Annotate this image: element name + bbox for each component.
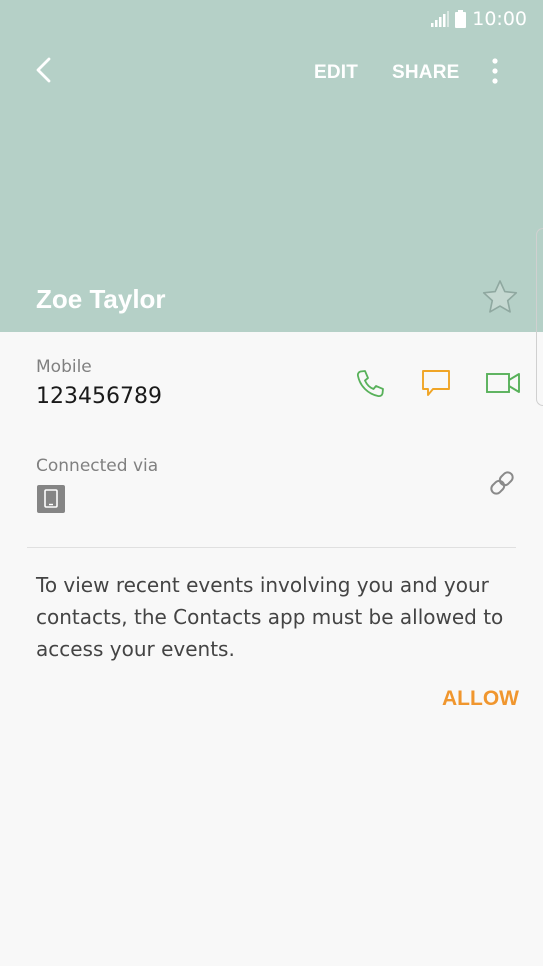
status-time: 10:00 [472, 8, 527, 30]
link-button[interactable] [486, 467, 518, 499]
star-icon [481, 280, 519, 320]
call-button[interactable] [354, 368, 386, 400]
back-button[interactable] [24, 52, 64, 92]
device-icon [37, 485, 65, 513]
edge-panel-handle[interactable] [536, 228, 543, 406]
favorite-button[interactable] [481, 278, 519, 316]
edit-button[interactable]: EDIT [314, 58, 358, 88]
more-options-button[interactable] [480, 56, 510, 90]
back-arrow-icon [34, 56, 54, 88]
video-call-icon [485, 373, 521, 404]
message-button[interactable] [420, 368, 452, 400]
events-permission-message: To view recent events involving you and … [36, 573, 504, 661]
allow-button[interactable]: ALLOW [442, 684, 519, 714]
video-call-button[interactable] [485, 368, 521, 400]
message-icon [420, 370, 452, 404]
status-bar: 10:00 [431, 0, 543, 38]
mobile-label: Mobile [36, 357, 92, 377]
contact-name: Zoe Taylor [36, 284, 166, 314]
signal-icon [431, 11, 450, 27]
section-divider [27, 547, 516, 548]
phone-icon [354, 370, 386, 404]
battery-icon [455, 10, 467, 28]
connected-via-label: Connected via [36, 456, 159, 476]
more-vert-icon [492, 58, 498, 88]
mobile-number[interactable]: 123456789 [36, 382, 162, 412]
share-button[interactable]: SHARE [392, 58, 460, 88]
contact-header: 10:00 EDIT SHARE Zoe Taylor [0, 0, 543, 332]
link-icon [486, 471, 518, 503]
